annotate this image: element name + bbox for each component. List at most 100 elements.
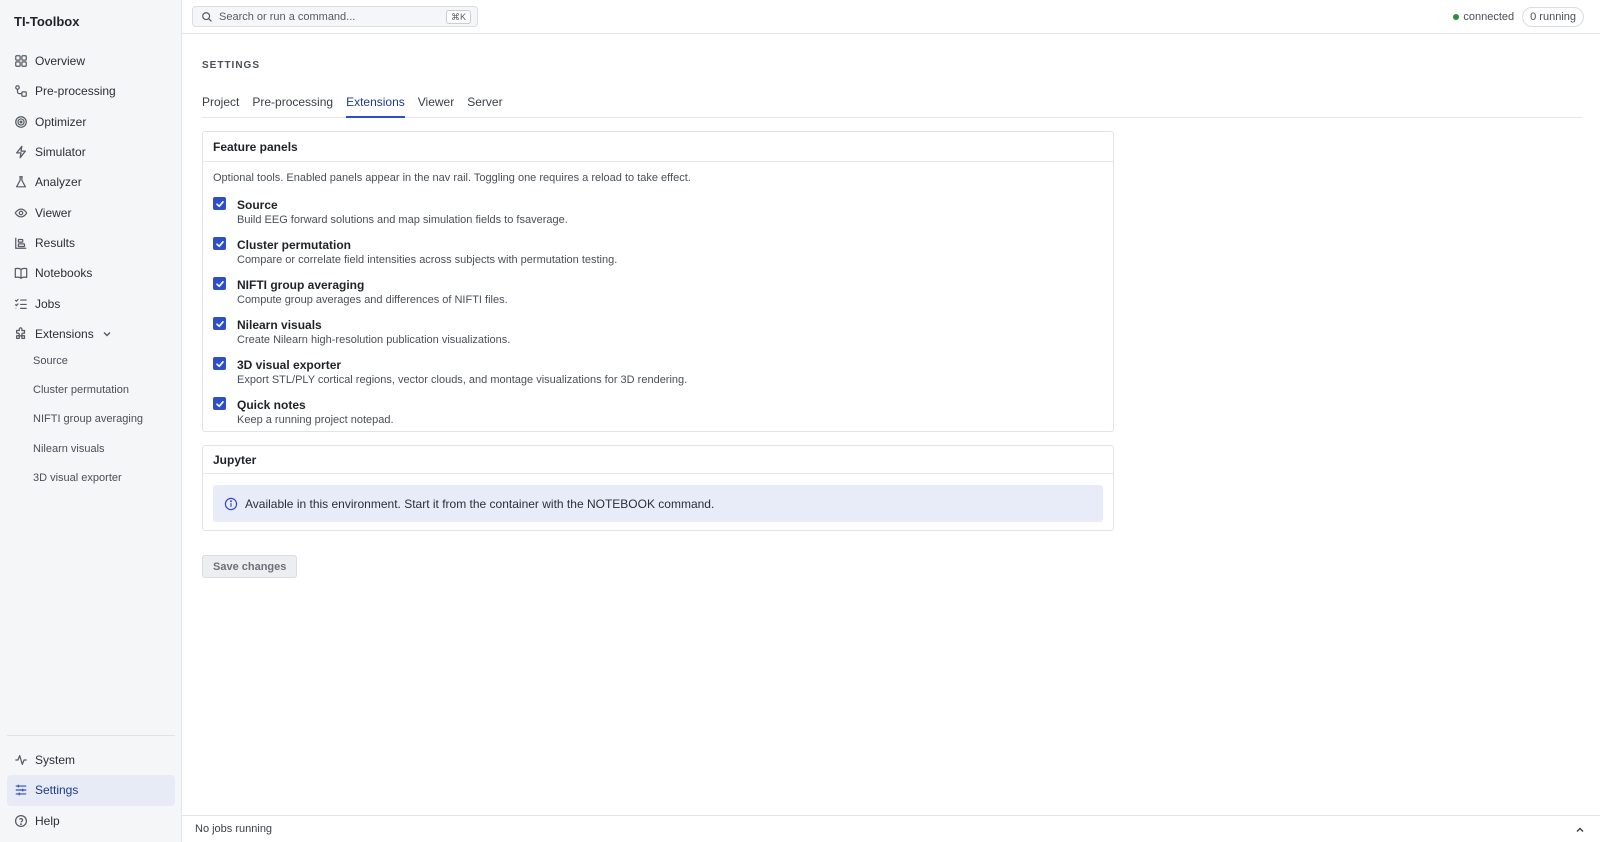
info-icon	[224, 497, 238, 511]
sidebar-item-help[interactable]: Help	[7, 806, 175, 836]
tab-server[interactable]: Server	[467, 91, 502, 118]
bottom-nav: System Settings Help	[7, 745, 175, 836]
sidebar-item-overview[interactable]: Overview	[7, 46, 175, 76]
search-icon	[201, 11, 213, 23]
tab-viewer[interactable]: Viewer	[418, 91, 454, 118]
3d-visual-exporter-checkbox[interactable]	[213, 357, 226, 370]
sidebar-subitem-source[interactable]: Source	[7, 346, 175, 375]
sidebar-item-pre-processing[interactable]: Pre-processing	[7, 76, 175, 106]
sidebar-item-label: Extensions	[35, 326, 94, 341]
feature-description: Export STL/PLY cortical regions, vector …	[237, 374, 688, 386]
sidebar-item-label: Jobs	[35, 296, 61, 311]
top-bar: Search or run a command... ⌘K connected …	[182, 0, 1600, 34]
feature-name: Cluster permutation	[237, 238, 352, 252]
sidebar-item-label: Notebooks	[35, 266, 93, 281]
info-text: Available in this environment. Start it …	[245, 496, 715, 511]
sidebar-item-optimizer[interactable]: Optimizer	[7, 107, 175, 137]
feature-name: Quick notes	[237, 398, 306, 412]
sidebar-item-label: Pre-processing	[35, 84, 116, 99]
tab-pre-processing[interactable]: Pre-processing	[252, 91, 333, 118]
main-nav: Overview Pre-processing Optimizer Simula…	[7, 46, 175, 349]
nifti-group-averaging-checkbox[interactable]	[213, 277, 226, 290]
feature-name: Source	[237, 198, 278, 212]
sidebar-item-settings[interactable]: Settings	[7, 775, 175, 806]
chart-icon	[14, 236, 28, 250]
card-description: Optional tools. Enabled panels appear in…	[213, 172, 691, 184]
tab-project[interactable]: Project	[202, 91, 239, 118]
book-icon	[14, 266, 28, 280]
settings-tabs: Project Pre-processing Extensions Viewer…	[202, 91, 1582, 118]
quick-notes-checkbox[interactable]	[213, 397, 226, 410]
sidebar-item-label: Settings	[35, 783, 79, 798]
sidebar-item-label: System	[35, 753, 76, 768]
card-title: Jupyter	[203, 446, 1113, 474]
sidebar-item-label: Results	[35, 235, 76, 250]
status-dot	[1453, 14, 1460, 20]
feature-item-nilearn-visuals: Nilearn visuals Create Nilearn high-reso…	[213, 316, 1093, 352]
jupyter-card: Jupyter Available in this environment. S…	[202, 445, 1114, 531]
job-status-bar: No jobs running	[182, 815, 1600, 842]
sidebar-item-jobs[interactable]: Jobs	[7, 288, 175, 318]
sidebar-item-extensions[interactable]: Extensions	[7, 319, 175, 349]
feature-item-source: Source Build EEG forward solutions and m…	[213, 196, 1093, 232]
feature-item-cluster-permutation: Cluster permutation Compare or correlate…	[213, 236, 1093, 272]
sidebar-item-system[interactable]: System	[7, 745, 175, 775]
feature-name: 3D visual exporter	[237, 358, 342, 372]
sidebar-item-label: Help	[35, 813, 60, 828]
activity-icon	[14, 753, 28, 767]
search-placeholder: Search or run a command...	[219, 10, 356, 23]
sidebar-subitem-nifti-group-averaging[interactable]: NIFTI group averaging	[7, 405, 175, 434]
list-checks-icon	[14, 297, 28, 311]
feature-description: Create Nilearn high-resolution publicati…	[237, 334, 511, 346]
tab-extensions[interactable]: Extensions	[346, 91, 405, 118]
sidebar-subitem-cluster-permutation[interactable]: Cluster permutation	[7, 375, 175, 404]
source-checkbox[interactable]	[213, 197, 226, 210]
feature-description: Build EEG forward solutions and map simu…	[237, 214, 568, 226]
feature-item-quick-notes: Quick notes Keep a running project notep…	[213, 396, 1093, 432]
sidebar-item-simulator[interactable]: Simulator	[7, 137, 175, 167]
feature-description: Keep a running project notepad.	[237, 414, 394, 426]
grid-icon	[14, 54, 28, 68]
save-button[interactable]: Save changes	[202, 555, 298, 578]
running-jobs-badge[interactable]: 0 running	[1522, 7, 1584, 27]
app-title: TI-Toolbox	[14, 14, 80, 29]
card-title: Feature panels	[203, 132, 1113, 162]
settings-page: SETTINGS Project Pre-processing Extensio…	[182, 35, 1600, 815]
feature-description: Compare or correlate field intensities a…	[237, 254, 618, 266]
sidebar-subitem-3d-visual-exporter[interactable]: 3D visual exporter	[7, 464, 175, 493]
target-icon	[14, 115, 28, 129]
chevron-up-icon[interactable]	[1574, 824, 1586, 836]
nilearn-visuals-checkbox[interactable]	[213, 317, 226, 330]
zap-icon	[14, 145, 28, 159]
sidebar-item-label: Simulator	[35, 145, 86, 160]
feature-name: Nilearn visuals	[237, 318, 322, 332]
feature-panels-card: Feature panels Optional tools. Enabled p…	[202, 131, 1114, 432]
chevron-down-icon[interactable]	[102, 329, 112, 339]
feature-description: Compute group averages and differences o…	[237, 294, 508, 306]
connection-label: connected	[1463, 11, 1515, 23]
page-title: SETTINGS	[202, 60, 261, 71]
puzzle-icon	[14, 327, 28, 341]
shortcut-badge: ⌘K	[445, 10, 471, 24]
workflow-icon	[14, 84, 28, 98]
sidebar-item-label: Analyzer	[35, 175, 82, 190]
job-status-text: No jobs running	[195, 823, 273, 835]
sidebar-subitem-nilearn-visuals[interactable]: Nilearn visuals	[7, 434, 175, 463]
feature-item-nifti-group-averaging: NIFTI group averaging Compute group aver…	[213, 276, 1093, 312]
command-search[interactable]: Search or run a command... ⌘K	[192, 6, 478, 27]
sidebar-item-label: Optimizer	[35, 114, 87, 129]
feature-name: NIFTI group averaging	[237, 278, 365, 292]
sidebar: TI-Toolbox Overview Pre-processing Optim…	[0, 0, 182, 842]
sidebar-item-notebooks[interactable]: Notebooks	[7, 258, 175, 288]
sliders-icon	[14, 783, 28, 797]
sidebar-item-viewer[interactable]: Viewer	[7, 197, 175, 227]
sidebar-item-analyzer[interactable]: Analyzer	[7, 167, 175, 197]
feature-item-3d-visual-exporter: 3D visual exporter Export STL/PLY cortic…	[213, 356, 1093, 392]
flask-icon	[14, 175, 28, 189]
connection-status: connected 0 running	[1453, 7, 1584, 27]
sidebar-divider	[7, 735, 175, 736]
sidebar-item-results[interactable]: Results	[7, 228, 175, 258]
sidebar-item-label: Overview	[35, 54, 86, 69]
sidebar-item-label: Viewer	[35, 205, 72, 220]
cluster-permutation-checkbox[interactable]	[213, 237, 226, 250]
